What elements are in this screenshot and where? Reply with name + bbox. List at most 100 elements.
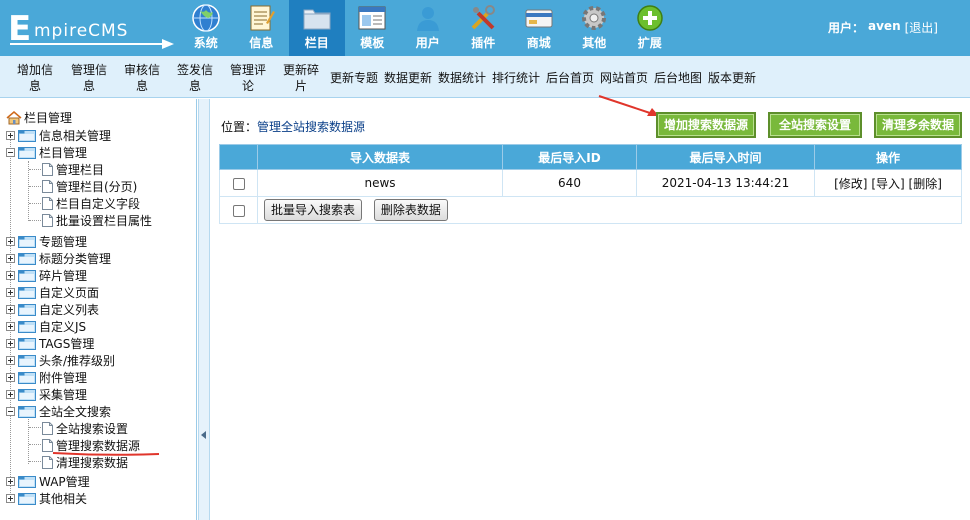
search-settings-button[interactable]: 全站搜索设置 — [768, 112, 862, 138]
nav-plugin[interactable]: 插件 — [456, 0, 512, 56]
folder-icon — [18, 320, 36, 333]
template-window-icon — [357, 3, 387, 33]
tree-manage-column[interactable]: 管理栏目 — [42, 161, 104, 178]
svg-text:mpireCMS: mpireCMS — [34, 21, 128, 41]
import-link[interactable]: [导入] — [871, 177, 904, 191]
tree-manage-column-paged[interactable]: 管理栏目(分页) — [42, 178, 137, 195]
tree-column-manage[interactable]: 栏目管理 — [6, 144, 87, 161]
tree-custom-page[interactable]: 自定义页面 — [6, 284, 99, 301]
collapse-arrow-icon[interactable] — [201, 431, 206, 439]
batch-import-button[interactable]: 批量导入搜索表 — [264, 199, 363, 221]
folder-icon — [18, 354, 36, 367]
sidebar-splitter[interactable] — [198, 99, 210, 520]
breadcrumb: 位置：管理全站搜索数据源 — [221, 118, 365, 135]
user-label: 用户： — [828, 21, 865, 35]
red-underline-annotation — [52, 452, 160, 456]
nav-shop[interactable]: 商城 — [511, 0, 567, 56]
tree-root-label: 栏目管理 — [24, 111, 73, 125]
subbar-review-info[interactable]: 审核信息 — [122, 62, 162, 94]
delete-link[interactable]: [删除] — [909, 177, 942, 191]
subbar-sign-info[interactable]: 签发信息 — [175, 62, 215, 94]
nav-other[interactable]: 其他 — [567, 0, 623, 56]
subbar-update-topic[interactable]: 更新专题 — [330, 70, 378, 86]
collapse-toggle — [6, 148, 15, 157]
tree-collect-manage[interactable]: 采集管理 — [6, 386, 87, 403]
expand-toggle — [6, 254, 15, 263]
subbar-admin-map[interactable]: 后台地图 — [654, 70, 702, 86]
nav-extend[interactable]: 扩展 — [622, 0, 678, 56]
tree-search-settings[interactable]: 全站搜索设置 — [42, 420, 128, 437]
cell-table-name: news — [257, 169, 503, 197]
subbar-admin-home[interactable]: 后台首页 — [546, 70, 594, 86]
table-footer-row: 批量导入搜索表 删除表数据 — [219, 196, 962, 224]
edit-link[interactable]: [修改] — [834, 177, 867, 191]
notepad-icon — [246, 3, 276, 33]
folder-icon — [18, 475, 36, 488]
subbar-data-stats[interactable]: 数据统计 — [438, 70, 486, 86]
expand-toggle — [6, 356, 15, 365]
column-header: 导入数据表 — [257, 144, 503, 170]
tree-column-custom-field[interactable]: 栏目自定义字段 — [42, 195, 140, 212]
globe-icon — [191, 3, 221, 33]
subbar-manage-info[interactable]: 管理信息 — [69, 62, 109, 94]
row-checkbox[interactable] — [232, 177, 245, 190]
tree-topic-manage[interactable]: 专题管理 — [6, 233, 87, 250]
folder-open-icon — [18, 405, 36, 418]
tree-tags-manage[interactable]: TAGS管理 — [6, 335, 94, 352]
nav-label: 其他 — [582, 36, 607, 50]
cell-last-time: 2021-04-13 13:44:21 — [636, 169, 815, 197]
column-header: 最后导入时间 — [636, 144, 815, 170]
logout-link[interactable]: [退出] — [905, 19, 938, 36]
tree-title-category[interactable]: 标题分类管理 — [6, 250, 111, 267]
subbar-add-info[interactable]: 增加信息 — [15, 62, 55, 94]
tree-fragment-manage[interactable]: 碎片管理 — [6, 267, 87, 284]
subbar-version-update[interactable]: 版本更新 — [708, 70, 756, 86]
tree-attachment-manage[interactable]: 附件管理 — [6, 369, 87, 386]
tree-headline-level[interactable]: 头条/推荐级别 — [6, 352, 115, 369]
expand-toggle — [6, 131, 15, 140]
subbar-site-home[interactable]: 网站首页 — [600, 70, 648, 86]
nav-label: 扩展 — [637, 36, 662, 50]
folder-icon — [18, 371, 36, 384]
breadcrumb-link[interactable]: 管理全站搜索数据源 — [257, 120, 365, 134]
tree-custom-js[interactable]: 自定义JS — [6, 318, 86, 335]
main-content: 位置：管理全站搜索数据源 增加搜索数据源 全站搜索设置 清理多余数据 导入数据表… — [211, 95, 970, 520]
tree-clean-search-data[interactable]: 清理搜索数据 — [42, 454, 128, 471]
add-search-source-button[interactable]: 增加搜索数据源 — [656, 112, 756, 138]
nav-info[interactable]: 信息 — [234, 0, 290, 56]
tree-info-related[interactable]: 信息相关管理 — [6, 127, 111, 144]
empirecms-logo[interactable]: E mpireCMS — [6, 4, 176, 50]
tree-custom-list[interactable]: 自定义列表 — [6, 301, 99, 318]
clean-data-button[interactable]: 清理多余数据 — [874, 112, 962, 138]
table-header-row: 导入数据表 最后导入ID 最后导入时间 操作 — [219, 144, 962, 170]
top-header: E mpireCMS 系统 信息 栏目 模板 用户 插件 商城 其他 扩展 用户… — [0, 0, 970, 56]
select-all-checkbox[interactable] — [232, 204, 245, 217]
folder-icon — [18, 337, 36, 350]
tree-batch-column-attr[interactable]: 批量设置栏目属性 — [42, 212, 152, 229]
folder-icon — [18, 129, 36, 142]
plus-circle-icon — [635, 3, 665, 33]
nav-label: 用户 — [415, 36, 440, 50]
delete-table-data-button[interactable]: 删除表数据 — [373, 199, 448, 221]
username: aven — [868, 19, 901, 33]
tree-wap-manage[interactable]: WAP管理 — [6, 473, 90, 490]
expand-toggle — [6, 373, 15, 382]
column-header: 最后导入ID — [502, 144, 637, 170]
tree-other-related[interactable]: 其他相关 — [6, 490, 87, 507]
expand-toggle — [6, 477, 15, 486]
folder-icon — [302, 3, 332, 33]
nav-label: 商城 — [526, 36, 551, 50]
folder-icon — [18, 303, 36, 316]
nav-user[interactable]: 用户 — [400, 0, 456, 56]
document-icon — [42, 163, 53, 176]
nav-template[interactable]: 模板 — [345, 0, 401, 56]
nav-column[interactable]: 栏目 — [289, 0, 345, 56]
subbar-update-fragment[interactable]: 更新碎片 — [281, 62, 321, 94]
subbar-manage-comment[interactable]: 管理评论 — [228, 62, 268, 94]
tree-root[interactable]: 栏目管理 — [6, 109, 72, 126]
subbar-data-update[interactable]: 数据更新 — [384, 70, 432, 86]
subbar-rank-stats[interactable]: 排行统计 — [492, 70, 540, 86]
nav-label: 插件 — [471, 36, 496, 50]
nav-system[interactable]: 系统 — [178, 0, 234, 56]
tree-fulltext-search[interactable]: 全站全文搜索 — [6, 403, 111, 420]
